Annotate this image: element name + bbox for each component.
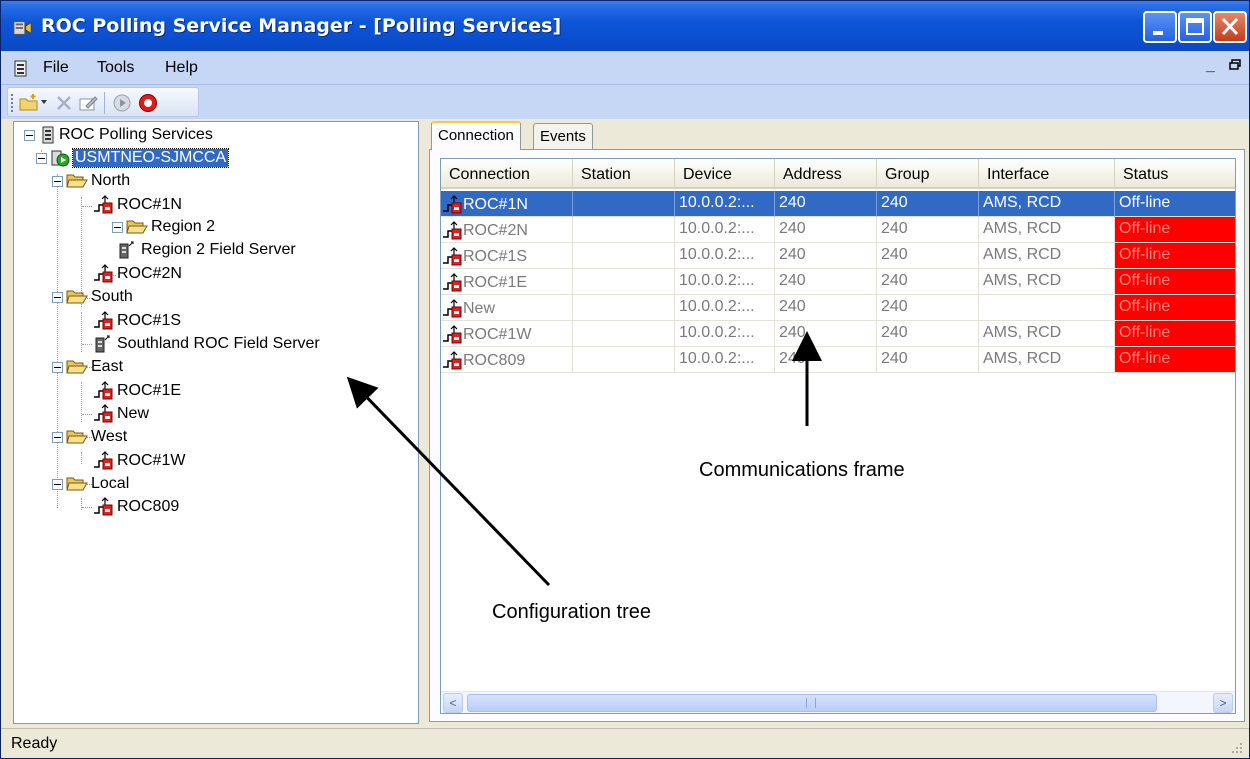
status-text: Ready bbox=[11, 735, 58, 752]
resize-grip-icon[interactable] bbox=[1231, 742, 1243, 754]
annotation-arrows bbox=[346, 331, 822, 587]
tab-connection[interactable]: Connection bbox=[431, 121, 521, 150]
arrow-to-configuration-tree bbox=[346, 376, 551, 587]
app-window: ROC Polling Service Manager - [Polling S… bbox=[0, 0, 1250, 759]
status-bar: Ready bbox=[1, 728, 1249, 758]
